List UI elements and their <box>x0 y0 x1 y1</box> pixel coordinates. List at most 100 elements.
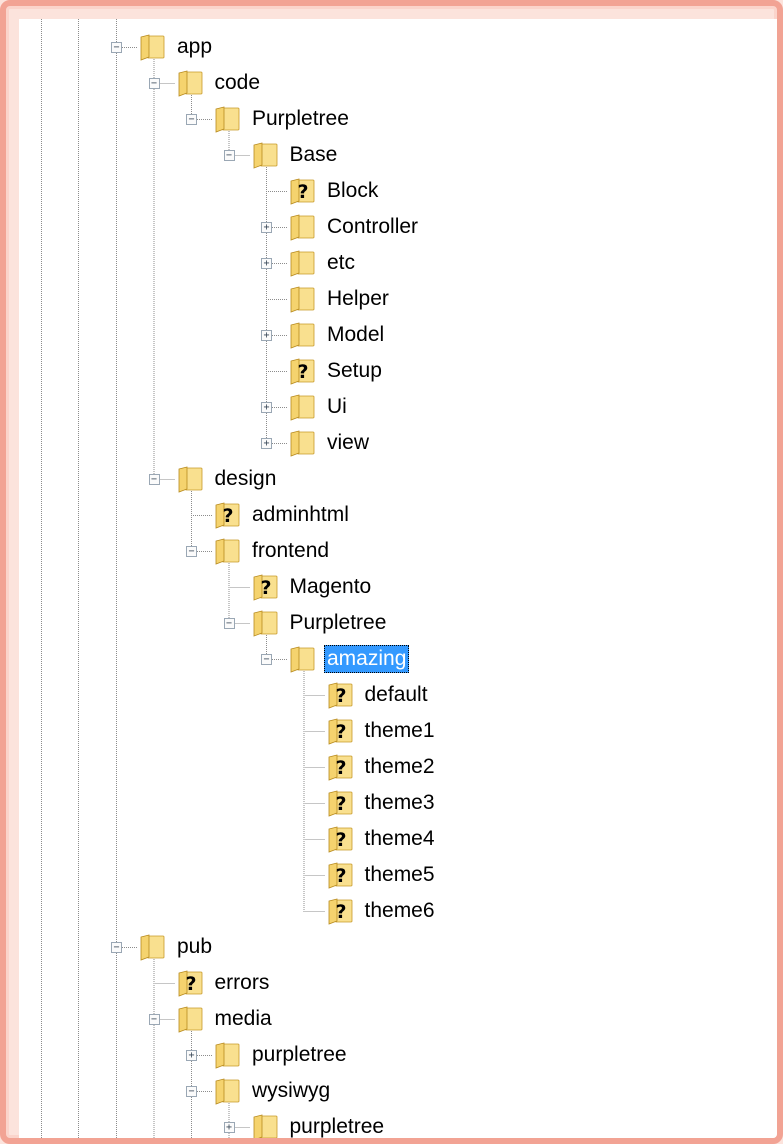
collapse-toggle[interactable]: − <box>148 474 160 485</box>
tree-node-purpletree[interactable]: − Purpletree <box>19 102 777 136</box>
folder-icon <box>214 1077 240 1105</box>
folder-icon <box>289 321 315 349</box>
folder-icon <box>252 141 278 169</box>
tree-node-label[interactable]: Purpletree <box>287 609 390 637</box>
tree-node-app[interactable]: − app <box>19 30 777 64</box>
tree-node-label[interactable]: Purpletree <box>249 105 352 133</box>
tree-node-theme2[interactable]: ? theme2 <box>19 750 777 784</box>
collapse-toggle[interactable]: − <box>223 618 235 629</box>
tree-node-label[interactable]: theme1 <box>362 717 438 745</box>
tree-node-ui[interactable]: + Ui <box>19 390 777 424</box>
tree-node-label[interactable]: purpletree <box>249 1041 350 1069</box>
tree-node-label[interactable]: Magento <box>287 573 375 601</box>
tree-node-base[interactable]: − Base <box>19 138 777 172</box>
svg-text:?: ? <box>222 505 233 527</box>
svg-text:?: ? <box>335 865 346 887</box>
folder-icon <box>177 465 203 493</box>
tree-node-helper[interactable]: Helper <box>19 282 777 316</box>
tree-node-purpletree[interactable]: + purpletree <box>19 1110 777 1138</box>
collapse-toggle[interactable]: − <box>223 150 235 161</box>
tree-node-design[interactable]: − design <box>19 462 777 496</box>
collapse-toggle[interactable]: − <box>111 942 122 953</box>
collapse-toggle[interactable]: − <box>261 654 272 665</box>
tree-node-label[interactable]: theme6 <box>362 897 438 925</box>
svg-text:?: ? <box>335 829 346 851</box>
collapse-toggle[interactable]: − <box>186 546 197 557</box>
expand-toggle[interactable]: + <box>261 402 272 413</box>
tree-node-etc[interactable]: + etc <box>19 246 777 280</box>
folder-tree-view[interactable]: − app − code − Purpletree − Base? Block + Controll… <box>19 19 777 1138</box>
tree-node-theme6[interactable]: ? theme6 <box>19 894 777 928</box>
tree-node-label[interactable]: pub <box>174 933 215 961</box>
tree-node-label[interactable]: Helper <box>324 285 392 313</box>
tree-node-label[interactable]: theme2 <box>362 753 438 781</box>
unknown-folder-icon: ? <box>327 897 353 925</box>
tree-node-purpletree[interactable]: + purpletree <box>19 1038 777 1072</box>
collapse-toggle[interactable]: − <box>148 1014 160 1025</box>
folder-icon <box>289 285 315 313</box>
svg-text:?: ? <box>335 757 346 779</box>
tree-node-view[interactable]: + view <box>19 426 777 460</box>
expand-toggle[interactable]: + <box>261 222 272 233</box>
tree-node-media[interactable]: − media <box>19 1002 777 1036</box>
tree-node-block[interactable]: ? Block <box>19 174 777 208</box>
tree-node-label[interactable]: Base <box>287 141 341 169</box>
tree-node-controller[interactable]: + Controller <box>19 210 777 244</box>
folder-icon <box>289 213 315 241</box>
tree-node-label[interactable]: design <box>212 465 280 493</box>
tree-node-label[interactable]: frontend <box>249 537 332 565</box>
folder-icon <box>177 1005 203 1033</box>
tree-node-label[interactable]: code <box>212 69 264 97</box>
tree-node-theme5[interactable]: ? theme5 <box>19 858 777 892</box>
tree-node-theme1[interactable]: ? theme1 <box>19 714 777 748</box>
tree-node-label[interactable]: Model <box>324 321 387 349</box>
collapse-toggle[interactable]: − <box>186 114 197 125</box>
collapse-toggle[interactable]: − <box>111 42 122 53</box>
folder-icon <box>289 429 315 457</box>
expand-toggle[interactable]: + <box>261 438 272 449</box>
tree-node-label[interactable]: theme3 <box>362 789 438 817</box>
tree-node-wysiwyg[interactable]: − wysiwyg <box>19 1074 777 1108</box>
expand-toggle[interactable]: + <box>261 258 272 269</box>
folder-icon <box>289 249 315 277</box>
tree-node-adminhtml[interactable]: ? adminhtml <box>19 498 777 532</box>
tree-node-amazing[interactable]: − amazing <box>19 642 777 676</box>
expand-toggle[interactable]: + <box>261 330 272 341</box>
tree-node-magento[interactable]: ? Magento <box>19 570 777 604</box>
tree-node-model[interactable]: + Model <box>19 318 777 352</box>
tree-node-label[interactable]: Ui <box>324 393 350 421</box>
tree-node-setup[interactable]: ? Setup <box>19 354 777 388</box>
tree-node-label[interactable]: Controller <box>324 213 421 241</box>
unknown-folder-icon: ? <box>327 861 353 889</box>
expand-toggle[interactable]: + <box>186 1050 197 1061</box>
tree-node-purpletree[interactable]: − Purpletree <box>19 606 777 640</box>
tree-node-theme4[interactable]: ? theme4 <box>19 822 777 856</box>
tree-node-pub[interactable]: − pub <box>19 930 777 964</box>
collapse-toggle[interactable]: − <box>186 1086 197 1097</box>
tree-node-label[interactable]: default <box>362 681 431 709</box>
tree-node-label[interactable]: theme4 <box>362 825 438 853</box>
tree-node-label[interactable]: adminhtml <box>249 501 352 529</box>
tree-node-errors[interactable]: ? errors <box>19 966 777 1000</box>
tree-node-frontend[interactable]: − frontend <box>19 534 777 568</box>
tree-node-label[interactable]: wysiwyg <box>249 1077 333 1105</box>
tree-node-default[interactable]: ? default <box>19 678 777 712</box>
svg-text:?: ? <box>297 361 308 383</box>
unknown-folder-icon: ? <box>327 789 353 817</box>
tree-node-label[interactable]: media <box>212 1005 275 1033</box>
folder-icon <box>139 33 165 61</box>
tree-node-label[interactable]: Setup <box>324 357 385 385</box>
tree-node-label[interactable]: purpletree <box>287 1113 388 1138</box>
tree-node-label[interactable]: errors <box>212 969 273 997</box>
expand-toggle[interactable]: + <box>223 1122 235 1133</box>
tree-node-label[interactable]: Block <box>324 177 381 205</box>
tree-node-theme3[interactable]: ? theme3 <box>19 786 777 820</box>
folder-icon <box>139 933 165 961</box>
tree-node-label[interactable]: etc <box>324 249 358 277</box>
tree-node-code[interactable]: − code <box>19 66 777 100</box>
tree-node-label[interactable]: view <box>324 429 372 457</box>
tree-node-label[interactable]: amazing <box>324 645 410 673</box>
tree-node-label[interactable]: app <box>174 33 215 61</box>
tree-node-label[interactable]: theme5 <box>362 861 438 889</box>
collapse-toggle[interactable]: − <box>148 78 160 89</box>
